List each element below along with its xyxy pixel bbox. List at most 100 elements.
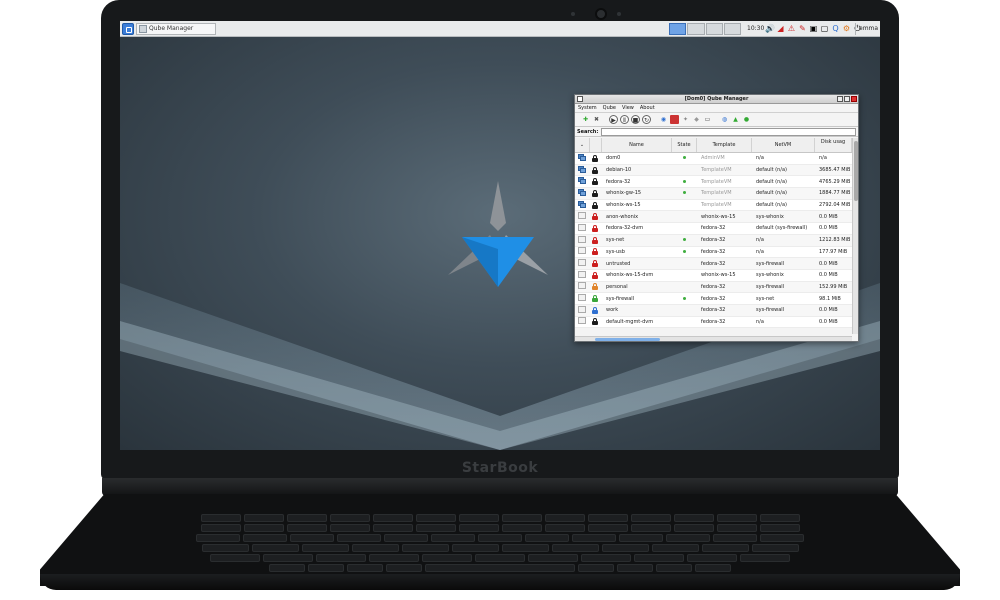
table-row[interactable]: dom0 AdminVM n/a n/a (575, 153, 858, 165)
table-row[interactable]: untrusted fedora-32 sys-firewall 0.0 MiB (575, 258, 858, 270)
column-netvm[interactable]: NetVM (752, 138, 815, 152)
start-qube-icon[interactable]: ▶ (609, 115, 618, 124)
remove-qube-icon[interactable]: ✖ (592, 115, 601, 124)
updates-icon[interactable]: ✎ (798, 23, 807, 34)
table-row[interactable]: sys-usb fedora-32 n/a 177.97 MiB (575, 246, 858, 259)
label-lock-icon (592, 178, 598, 186)
search-input[interactable] (601, 127, 856, 136)
keyboard-key (451, 544, 499, 552)
settings-qube-icon[interactable]: ◉ (659, 115, 668, 124)
qube-template: fedora-32 (701, 295, 726, 302)
maximize-icon[interactable] (837, 96, 843, 102)
qube-netvm: sys-whonix (756, 213, 784, 220)
menu-system[interactable]: System (578, 104, 597, 112)
table-row[interactable]: personal fedora-32 sys-firewall 152.99 MiB (575, 281, 858, 294)
laptop-base (40, 478, 960, 596)
appvm-icon (578, 223, 586, 231)
settings-icon[interactable]: ⚙ (842, 23, 851, 34)
vertical-scrollbar[interactable] (852, 138, 858, 334)
keyboard-key (372, 514, 413, 522)
window-titlebar[interactable]: [Dom0] Qube Manager (575, 95, 858, 104)
horizontal-scrollbar[interactable] (575, 336, 852, 341)
menu-about[interactable]: About (640, 104, 655, 112)
update-icon[interactable]: ◍ (720, 115, 729, 124)
menu-qube[interactable]: Qube (603, 104, 616, 112)
app-menu-button[interactable] (122, 23, 134, 35)
qube-state (672, 179, 697, 185)
pause-qube-icon[interactable]: Ⅱ (620, 115, 629, 124)
qube-disk-usage: 0.0 MiB (819, 225, 838, 232)
qube-name: work (606, 307, 619, 314)
close-icon[interactable] (851, 96, 857, 102)
restore-icon[interactable]: ▲ (731, 115, 740, 124)
user-menu[interactable]: emma (855, 23, 878, 35)
column-disk-usage[interactable]: Disk usag (815, 138, 852, 152)
keyboard-key (425, 564, 575, 572)
workspace-2[interactable] (687, 23, 705, 35)
disk-space-icon[interactable]: ▢ (820, 23, 829, 34)
terminal-icon[interactable]: ▭ (703, 115, 712, 124)
qube-netvm: n/a (756, 248, 764, 255)
devices-icon[interactable]: ⚠ (787, 23, 796, 34)
workspace-4[interactable] (723, 23, 741, 35)
clock[interactable]: 10:30 (747, 23, 764, 35)
table-row[interactable]: fedora-32-dvm fedora-32 default (sys-firew… (575, 223, 858, 235)
clipboard-icon[interactable]: ▣ (809, 23, 818, 34)
table-row[interactable]: default-mgmt-dvm fedora-32 n/a 0.0 MiB (575, 316, 858, 329)
column-state[interactable]: State (672, 138, 697, 152)
table-row[interactable]: fedora-32 TemplateVM default (n/a) 4765.29 … (575, 176, 858, 189)
global-settings-icon[interactable]: ● (742, 115, 751, 124)
column-label[interactable] (590, 138, 602, 152)
running-indicator-icon (683, 296, 686, 300)
table-row[interactable]: whonix-ws-15-dvm whonix-ws-15 sys-whonix 0.… (575, 269, 858, 282)
appvm-icon (578, 212, 586, 220)
table-row[interactable]: debian-10 TemplateVM default (n/a) 3685.47 … (575, 164, 858, 177)
keyboard-key (687, 554, 737, 562)
keyboard-key (243, 514, 284, 522)
keyboard-key (581, 554, 631, 562)
firewall-icon[interactable] (670, 115, 679, 124)
qube-name: fedora-32 (606, 178, 631, 185)
network-signal-icon[interactable]: ◢ (776, 23, 785, 34)
table-row[interactable]: whonix-ws-15 TemplateVM default (n/a) 2792.… (575, 199, 858, 212)
workspace-1[interactable] (669, 23, 687, 35)
keyboard-key (316, 554, 366, 562)
column-template[interactable]: Template (697, 138, 752, 152)
qube-name: debian-10 (606, 167, 632, 174)
workspace-switcher[interactable] (669, 23, 741, 35)
hscrollbar-thumb[interactable] (595, 338, 660, 341)
laptop-front-edge (40, 574, 960, 590)
label-lock-icon (592, 201, 598, 209)
qube-netvm: default (n/a) (756, 167, 788, 174)
scrollbar-thumb[interactable] (854, 141, 858, 201)
menu-view[interactable]: View (622, 104, 634, 112)
create-qube-icon[interactable]: ✚ (581, 115, 590, 124)
column-name[interactable]: Name (602, 138, 672, 152)
taskbar-button-qube-manager[interactable]: Qube Manager (136, 23, 216, 35)
table-row[interactable]: sys-net fedora-32 n/a 1212.83 MiB (575, 234, 858, 247)
column-type[interactable]: ⌄ (575, 138, 590, 152)
templatevm-icon (578, 165, 586, 173)
keyboard-key (544, 524, 585, 532)
keyboard-key (551, 544, 599, 552)
running-indicator-icon (683, 249, 686, 253)
table-row[interactable]: whonix-gw-15 TemplateVM default (n/a) 1884.… (575, 188, 858, 200)
qube-name: default-mgmt-dvm (606, 318, 654, 325)
table-row[interactable]: anon-whonix whonix-ws-15 sys-whonix 0.0 MiB (575, 211, 858, 224)
label-lock-icon (592, 295, 598, 303)
workspace-3[interactable] (705, 23, 723, 35)
keyboard-key (587, 514, 628, 522)
backup-icon[interactable]: ◆ (692, 115, 701, 124)
applications-icon[interactable]: ✦ (681, 115, 690, 124)
volume-icon[interactable]: 🔊 (765, 23, 775, 34)
keyboard-key (308, 564, 344, 572)
domains-widget-icon[interactable]: Q (831, 23, 840, 34)
sensor (571, 12, 575, 16)
keyboard-key (740, 554, 790, 562)
shutdown-qube-icon[interactable]: ■ (631, 115, 640, 124)
minimize-icon[interactable] (844, 96, 850, 102)
table-row[interactable]: work fedora-32 sys-firewall 0.0 MiB (575, 304, 858, 317)
restart-qube-icon[interactable]: ↻ (642, 115, 651, 124)
table-row[interactable]: sys-firewall fedora-32 sys-net 98.1 MiB (575, 293, 858, 305)
keyboard-key (372, 524, 413, 532)
